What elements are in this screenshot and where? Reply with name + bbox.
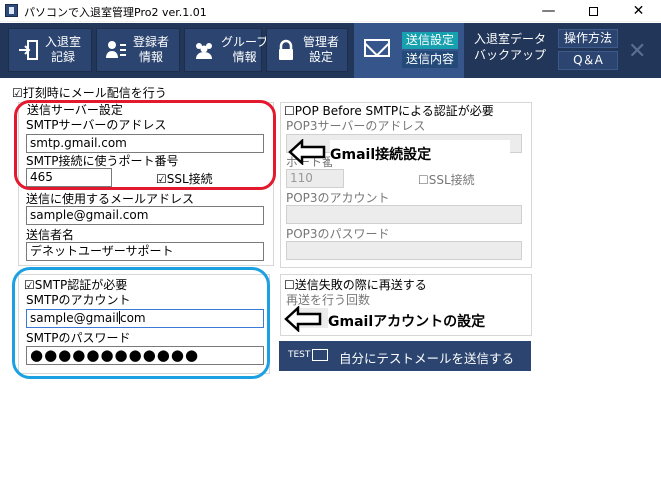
howto-button[interactable]: 操作方法	[558, 29, 618, 48]
door-arrow-icon	[19, 40, 38, 60]
pop3-password-label: POP3のパスワード	[286, 227, 390, 241]
gmail-connection-note: Gmail接続設定	[330, 147, 432, 163]
sender-mail-label: 送信に使用するメールアドレス	[26, 192, 195, 206]
distribute-on-stamp-checkbox[interactable]: ☑打刻時にメール配信を行う	[12, 86, 167, 100]
sender-name-label: 送信者名	[26, 228, 75, 242]
left-arrow-icon	[284, 306, 322, 332]
sender-mail-input[interactable]: sample@gmail.com	[26, 206, 264, 225]
send-test-mail-label: 自分にテストメールを送信する	[339, 351, 515, 366]
resend-count-label: 再送を行う回数	[286, 293, 371, 307]
entry-record-label2: 記録	[51, 50, 76, 64]
pop3-server-label: POP3サーバーのアドレス	[286, 119, 426, 133]
pop3-ssl-checkbox[interactable]: ☐SSL接続	[418, 173, 475, 187]
app-icon	[5, 4, 18, 17]
backup-label1: 入退室データ	[473, 32, 546, 46]
envelope-icon	[312, 349, 328, 361]
pop-before-smtp-checkbox[interactable]: ☐POP Before SMTPによる認証が必要	[284, 104, 494, 118]
entry-record-label1: 入退室	[45, 35, 82, 49]
entry-record-button[interactable]: 入退室 記録	[8, 28, 92, 72]
lock-icon	[279, 39, 293, 60]
resend-checkbox[interactable]: ☐送信失敗の際に再送する	[284, 278, 427, 292]
admin-settings-label2: 設定	[309, 50, 334, 64]
window-title: パソコンで入退室管理Pro2 ver.1.01	[24, 6, 207, 19]
group-info-button[interactable]: グループ 情報	[184, 28, 268, 72]
registrant-info-button[interactable]: 登録者 情報	[96, 28, 180, 72]
left-arrow-icon	[288, 139, 326, 165]
pop3-port-input[interactable]: 110	[286, 169, 344, 188]
pop3-account-input[interactable]	[286, 205, 522, 224]
maximize-button[interactable]	[571, 0, 616, 22]
group-info-label2: 情報	[232, 50, 257, 64]
backup-label2: バックアップ	[473, 48, 546, 62]
pop3-account-label: POP3のアカウント	[286, 191, 390, 205]
maximize-icon	[589, 7, 598, 16]
gmail-account-note: Gmailアカウントの設定	[328, 314, 486, 330]
qa-button[interactable]: Q＆A	[558, 51, 618, 70]
admin-settings-button[interactable]: 管理者 設定	[266, 28, 348, 72]
close-panel-icon[interactable]: ✕	[628, 39, 646, 64]
tab-send-settings[interactable]: 送信設定	[402, 32, 458, 49]
registrant-info-label2: 情報	[139, 50, 164, 64]
close-button[interactable]: ✕	[616, 0, 661, 22]
minimize-button[interactable]: —	[526, 0, 571, 22]
tab-send-contents[interactable]: 送信内容	[402, 51, 458, 68]
pop3-password-input[interactable]	[286, 241, 522, 260]
mail-settings-group: 送信設定 送信内容	[354, 23, 464, 78]
title-bar: パソコンで入退室管理Pro2 ver.1.01 — ✕	[0, 0, 661, 22]
red-highlight-box	[14, 100, 276, 190]
person-list-icon	[106, 41, 126, 58]
group-info-label1: グループ	[221, 35, 269, 49]
envelope-icon	[364, 39, 390, 57]
blue-highlight-box	[12, 267, 270, 379]
test-label: TEST	[288, 350, 311, 360]
registrant-info-label1: 登録者	[133, 35, 170, 49]
backup-button[interactable]: 入退室データ バックアップ	[470, 31, 550, 71]
group-icon	[196, 43, 212, 59]
send-test-mail-button[interactable]: TEST 自分にテストメールを送信する	[279, 341, 531, 371]
toolbar: 入退室 記録 登録者 情報 グループ 情報 管理者 設定 送信設定 送信内容 入退室デー…	[0, 23, 661, 78]
admin-settings-label1: 管理者	[303, 35, 340, 49]
sender-name-input[interactable]: デネットユーザーサポート	[26, 242, 264, 261]
